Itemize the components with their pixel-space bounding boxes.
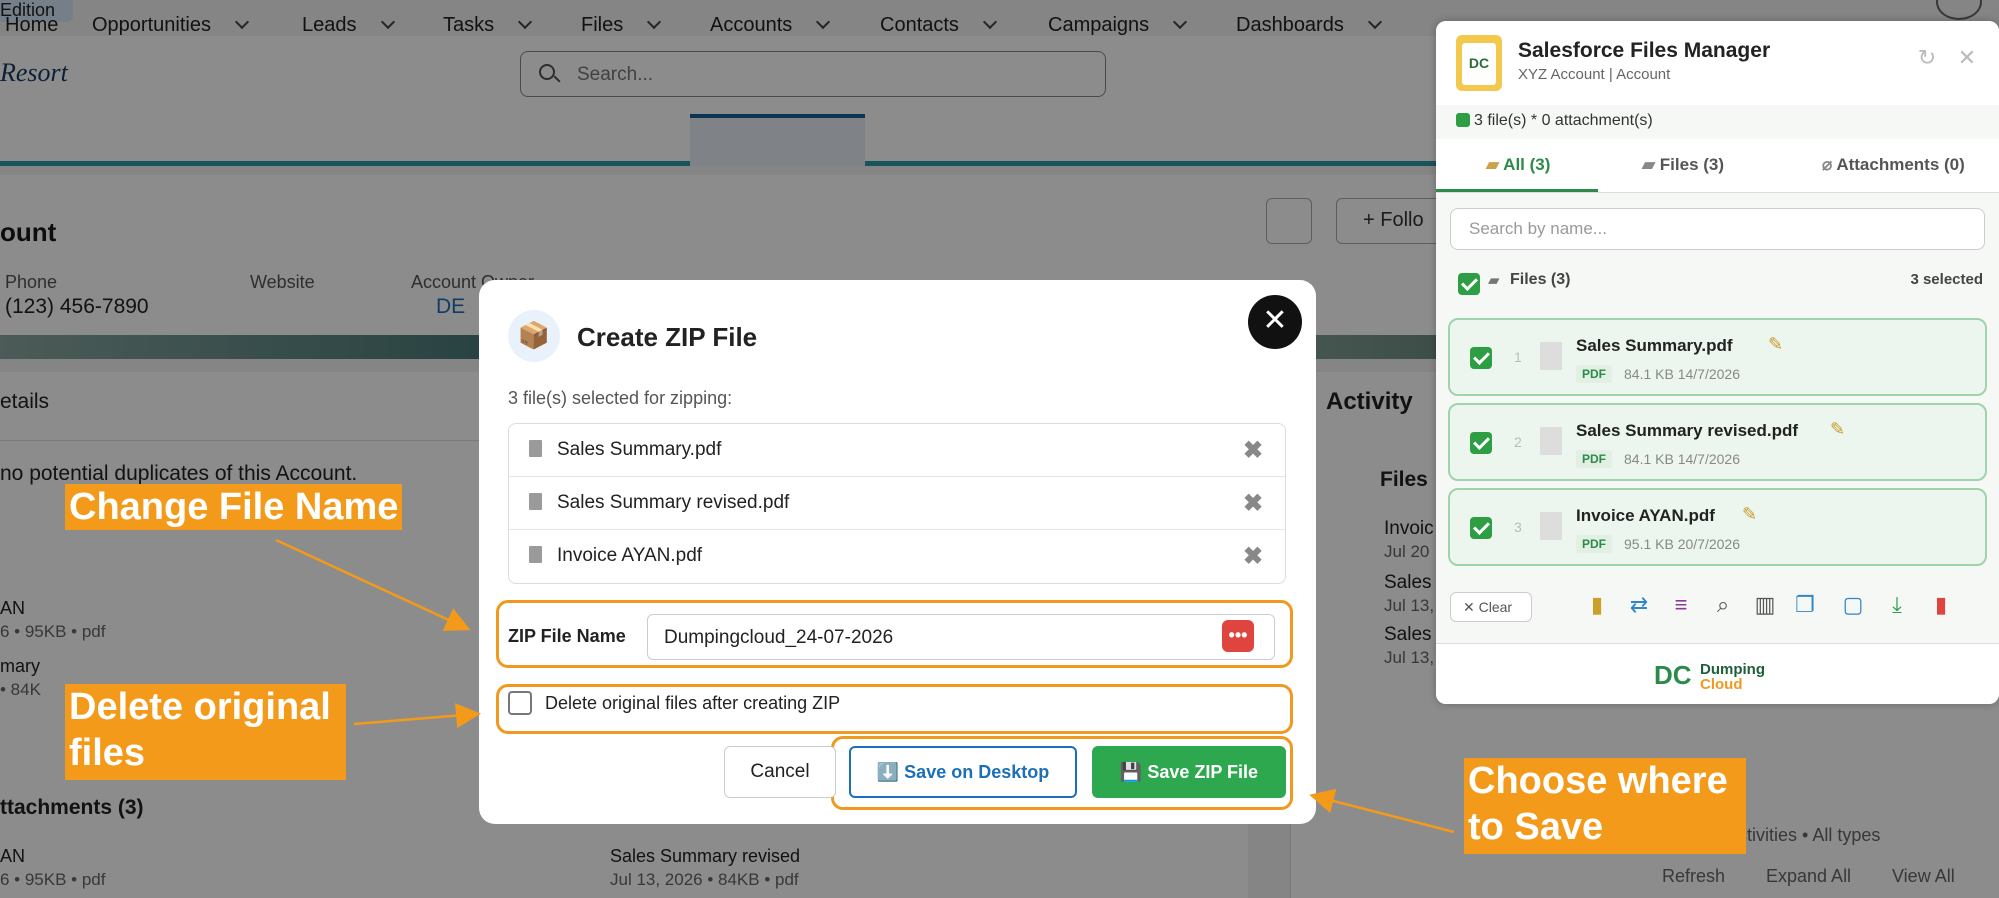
callout-choose-save: Choose where to Save bbox=[1464, 758, 1746, 854]
callout-delete: Delete original files bbox=[65, 684, 346, 780]
callout-change-name: Change File Name bbox=[65, 484, 403, 530]
arrow-delete bbox=[353, 703, 481, 729]
arrow-change-name bbox=[275, 538, 471, 631]
arrow-save bbox=[1309, 788, 1455, 834]
